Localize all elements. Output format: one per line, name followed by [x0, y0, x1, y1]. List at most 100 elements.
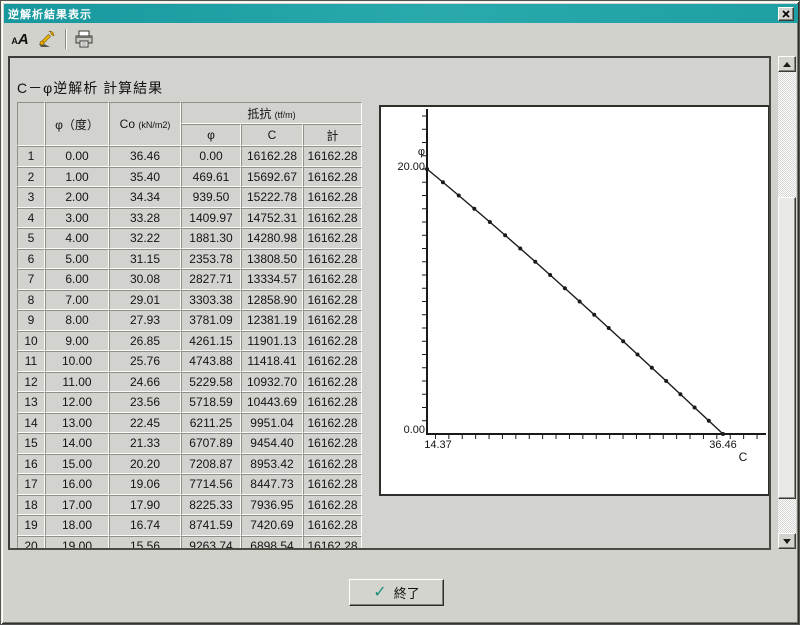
exit-button[interactable]: ✓ 終了	[349, 579, 444, 606]
table-cell: 3.00	[45, 208, 109, 229]
font-button[interactable]: AA	[8, 28, 32, 50]
table-row: 21.0035.40469.6115692.6716162.28	[17, 167, 362, 188]
table-cell: 3303.38	[181, 290, 241, 311]
table-row: 32.0034.34939.5015222.7816162.28	[17, 187, 362, 208]
arrow-down-icon	[783, 539, 791, 544]
table-cell: 14280.98	[241, 228, 303, 249]
table-row: 1615.0020.207208.878953.4216162.28	[17, 454, 362, 475]
table-cell: 16162.28	[303, 495, 362, 516]
table-cell: 10932.70	[241, 372, 303, 393]
table-cell: 939.50	[181, 187, 241, 208]
table-row: 98.0027.933781.0912381.1916162.28	[17, 310, 362, 331]
printer-icon	[74, 30, 94, 48]
table-cell: 2	[17, 167, 45, 188]
table-cell: 18.00	[45, 515, 109, 536]
table-row: 1312.0023.565718.5910443.6916162.28	[17, 392, 362, 413]
table-cell: 16162.28	[303, 187, 362, 208]
table-cell: 6211.25	[181, 413, 241, 434]
table-row: 76.0030.082827.7113334.5716162.28	[17, 269, 362, 290]
dialog-window: 逆解析結果表示 AA	[0, 0, 800, 625]
table-cell: 16.00	[45, 474, 109, 495]
arrow-up-icon	[783, 62, 791, 67]
resistance-header-unit: (tf/m)	[275, 110, 296, 120]
table-cell: 23.56	[109, 392, 181, 413]
table-cell: 5.00	[45, 249, 109, 270]
table-row: 87.0029.013303.3812858.9016162.28	[17, 290, 362, 311]
scrollbar-thumb[interactable]	[778, 197, 796, 499]
table-cell: 8.00	[45, 310, 109, 331]
table-cell: 1	[17, 146, 45, 167]
table-cell: 26.85	[109, 331, 181, 352]
check-icon: ✓	[373, 585, 386, 601]
table-cell: 5229.58	[181, 372, 241, 393]
toolbar-separator	[65, 29, 67, 49]
table-cell: 2.00	[45, 187, 109, 208]
table-cell: 11418.41	[241, 351, 303, 372]
table-cell: 16162.28	[303, 310, 362, 331]
toolbar: AA	[4, 23, 798, 55]
print-button[interactable]	[72, 28, 96, 50]
y-min-tick-label: 0.00	[383, 425, 425, 436]
table-row: 1918.0016.748741.597420.6916162.28	[17, 515, 362, 536]
close-icon	[782, 10, 790, 18]
table-cell: 29.01	[109, 290, 181, 311]
col-header-res-total: 計	[303, 124, 362, 146]
close-button[interactable]	[778, 7, 794, 21]
table-cell: 22.45	[109, 413, 181, 434]
exit-button-label: 終了	[394, 583, 420, 602]
table-cell: 16162.28	[303, 392, 362, 413]
chart-plot	[381, 107, 768, 494]
table-cell: 15222.78	[241, 187, 303, 208]
table-cell: 9.00	[45, 331, 109, 352]
table-cell: 34.34	[109, 187, 181, 208]
table-cell: 11.00	[45, 372, 109, 393]
results-panel: C－φ逆解析 計算結果 φ（度） Co (kN/m2) 抵抗 (tf/m)	[8, 56, 771, 550]
table-row: 1413.0022.456211.259951.0416162.28	[17, 413, 362, 434]
chart: φ 20.00 0.00 14.37 36.46 C	[379, 105, 770, 496]
resistance-header-label: 抵抗	[247, 107, 274, 121]
table-cell: 8741.59	[181, 515, 241, 536]
table-cell: 5718.59	[181, 392, 241, 413]
table-cell: 16162.28	[303, 290, 362, 311]
page-title: C－φ逆解析 計算結果	[17, 78, 163, 98]
titlebar[interactable]: 逆解析結果表示	[4, 4, 798, 23]
table-cell: 10	[17, 331, 45, 352]
table-cell: 17.90	[109, 495, 181, 516]
scroll-down-button[interactable]	[778, 533, 796, 549]
table-cell: 13334.57	[241, 269, 303, 290]
table-cell: 8	[17, 290, 45, 311]
table-cell: 16162.28	[241, 146, 303, 167]
table-cell: 16162.28	[303, 228, 362, 249]
table-cell: 6	[17, 249, 45, 270]
table-cell: 25.76	[109, 351, 181, 372]
table-cell: 13.00	[45, 413, 109, 434]
settings-button[interactable]	[34, 28, 58, 50]
table-cell: 7208.87	[181, 454, 241, 475]
table-cell: 16162.28	[303, 454, 362, 475]
col-header-index	[17, 102, 45, 146]
table-cell: 469.61	[181, 167, 241, 188]
table-cell: 16162.28	[303, 536, 362, 551]
table-cell: 31.15	[109, 249, 181, 270]
table-cell: 6.00	[45, 269, 109, 290]
table-cell: 14.00	[45, 433, 109, 454]
table-cell: 19.00	[45, 536, 109, 551]
table-cell: 16162.28	[303, 515, 362, 536]
table-row: 1211.0024.665229.5810932.7016162.28	[17, 372, 362, 393]
table-row: 109.0026.854261.1511901.1316162.28	[17, 331, 362, 352]
table-cell: 13808.50	[241, 249, 303, 270]
table-cell: 20.20	[109, 454, 181, 475]
scroll-up-button[interactable]	[778, 56, 796, 72]
table-cell: 2827.71	[181, 269, 241, 290]
table-cell: 16162.28	[303, 167, 362, 188]
table-cell: 16162.28	[303, 208, 362, 229]
table-cell: 19.06	[109, 474, 181, 495]
col-header-res-c: C	[241, 124, 303, 146]
table-row: 1110.0025.764743.8811418.4116162.28	[17, 351, 362, 372]
vertical-scrollbar[interactable]	[778, 56, 796, 549]
table-cell: 1.00	[45, 167, 109, 188]
table-cell: 9263.74	[181, 536, 241, 551]
table-cell: 15	[17, 433, 45, 454]
table-cell: 16.74	[109, 515, 181, 536]
table-cell: 4261.15	[181, 331, 241, 352]
